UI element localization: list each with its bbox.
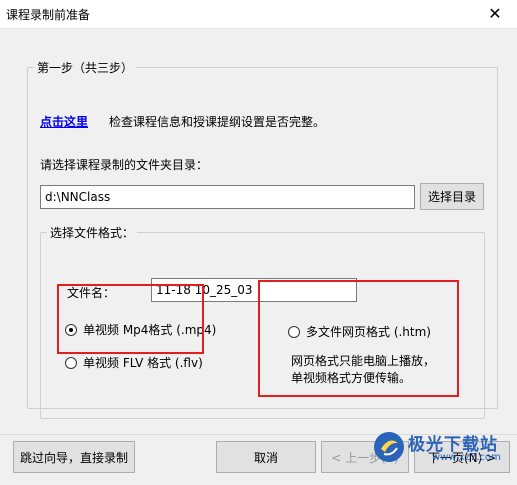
footer-divider [0,434,517,435]
title-bar: 课程录制前准备 ✕ [0,0,517,28]
cancel-button[interactable]: 取消 [216,441,316,473]
next-button[interactable]: 下一页(N) > [414,441,510,473]
step-legend: 第一步（共三步） [37,61,134,75]
highlight-box-htm [258,280,459,397]
dir-input[interactable] [40,185,415,209]
dir-label: 请选择课程录制的文件夹目录： [40,158,209,172]
format-legend: 选择文件格式： [50,226,135,240]
radio-flv[interactable]: 单视频 FLV 格式 (.flv) [65,354,203,371]
close-icon[interactable]: ✕ [485,4,505,24]
highlight-box-single-video [57,284,204,354]
check-hint-text: 检查课程信息和授课提纲设置是否完整。 [109,115,326,129]
dialog-client: 第一步（共三步） 点击这里 检查课程信息和授课提纲设置是否完整。 请选择课程录制… [0,28,517,485]
skip-wizard-button[interactable]: 跳过向导，直接录制 [13,441,135,473]
prev-button[interactable]: < 上一步(B) [321,441,409,473]
click-here-link[interactable]: 点击这里 [40,113,88,130]
choose-dir-button[interactable]: 选择目录 [420,183,484,210]
radio-flv-label: 单视频 FLV 格式 (.flv) [83,356,203,370]
window-title: 课程录制前准备 [6,8,91,22]
radio-flv-dot[interactable] [65,356,77,369]
